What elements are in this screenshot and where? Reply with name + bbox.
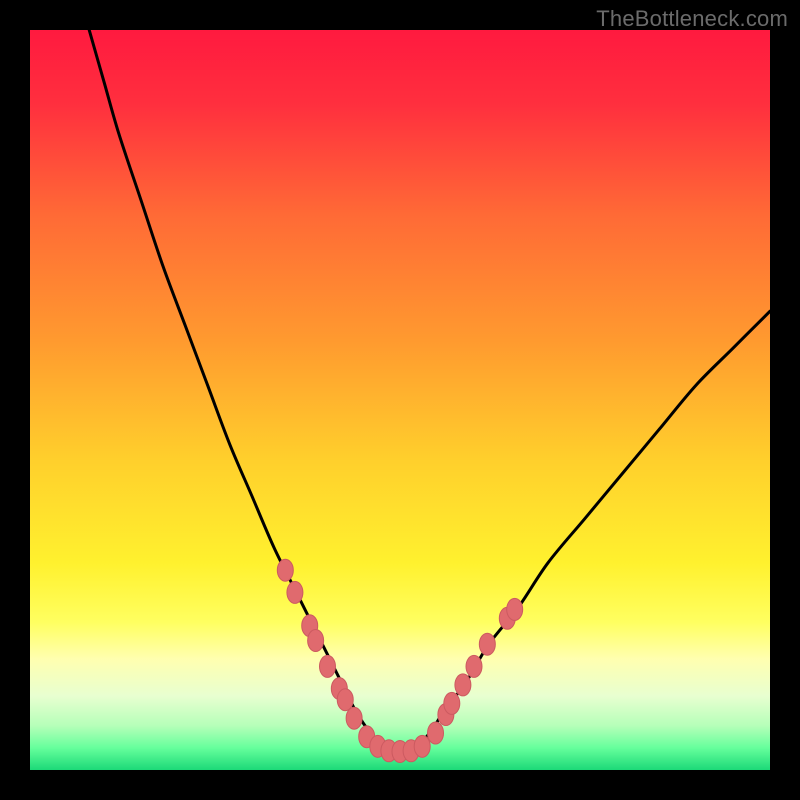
curve-marker: [346, 707, 362, 729]
curve-marker: [287, 581, 303, 603]
watermark-label: TheBottleneck.com: [596, 6, 788, 32]
curve-marker: [507, 598, 523, 620]
curve-marker: [444, 692, 460, 714]
curve-marker: [308, 630, 324, 652]
curve-marker: [466, 655, 482, 677]
curve-marker: [479, 633, 495, 655]
curve-marker: [414, 735, 430, 757]
chart-background: [30, 30, 770, 770]
curve-marker: [319, 655, 335, 677]
chart-frame: [30, 30, 770, 770]
bottleneck-chart: [30, 30, 770, 770]
curve-marker: [277, 559, 293, 581]
curve-marker: [428, 722, 444, 744]
curve-marker: [455, 674, 471, 696]
curve-marker: [337, 689, 353, 711]
